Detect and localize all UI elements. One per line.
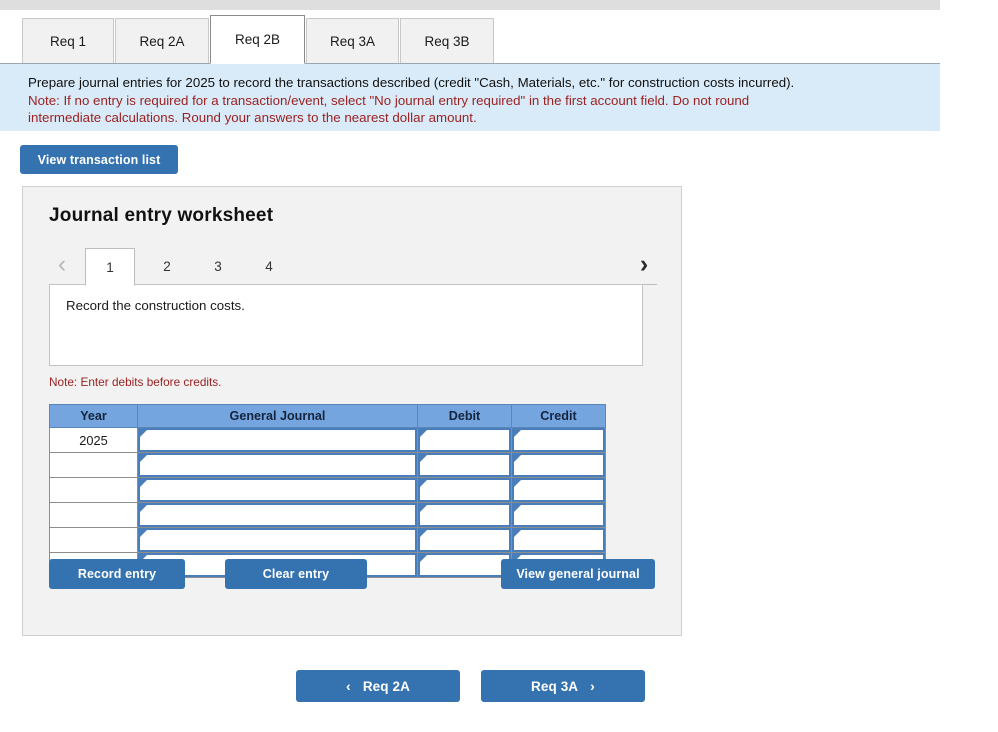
cell-credit-2[interactable]: [511, 452, 606, 478]
input-debit-2[interactable]: [418, 453, 511, 477]
cell-year-2: [49, 452, 138, 478]
cell-general-journal-1[interactable]: [137, 427, 418, 453]
instructions-note-line-1: Note: If no entry is required for a tran…: [28, 92, 750, 108]
worksheet-pager: ‹ 1 2 3 4 ›: [49, 243, 657, 286]
tab-req-2a[interactable]: Req 2A: [115, 18, 209, 63]
input-general-journal-1[interactable]: [138, 428, 417, 452]
view-transaction-list-button[interactable]: View transaction list: [20, 145, 178, 174]
input-debit-1[interactable]: [418, 428, 511, 452]
input-credit-4[interactable]: [512, 503, 605, 527]
journal-entry-table: Year General Journal Debit Credit 2025: [49, 404, 606, 578]
transaction-description-box: Record the construction costs.: [49, 284, 643, 366]
input-debit-6[interactable]: [418, 553, 511, 577]
instructions-panel: Prepare journal entries for 2025 to reco…: [0, 63, 940, 131]
pager-page-3-label: 3: [214, 259, 222, 274]
prev-requirement-chevron-icon: ‹: [346, 678, 351, 694]
cell-debit-1[interactable]: [417, 427, 512, 453]
input-credit-5[interactable]: [512, 528, 605, 552]
pager-page-3[interactable]: 3: [193, 248, 243, 285]
pager-page-1-label: 1: [106, 259, 114, 275]
pager-prev-glyph: ‹: [57, 249, 67, 278]
instructions-note-line-2: intermediate calculations. Round your an…: [28, 110, 477, 125]
view-general-journal-label: View general journal: [516, 567, 640, 581]
journal-table-header-row: Year General Journal Debit Credit: [49, 404, 606, 428]
next-requirement-chevron-icon: ›: [590, 678, 595, 694]
tab-req-2b-label: Req 2B: [234, 32, 281, 47]
pager-page-2[interactable]: 2: [142, 248, 192, 285]
column-header-debit: Debit: [417, 404, 512, 428]
pager-page-2-label: 2: [163, 259, 171, 274]
pager-prev-chevron-icon[interactable]: ‹: [49, 247, 75, 281]
column-header-credit: Credit: [511, 404, 606, 428]
input-credit-2[interactable]: [512, 453, 605, 477]
input-general-journal-2[interactable]: [138, 453, 417, 477]
input-credit-3[interactable]: [512, 478, 605, 502]
cell-credit-4[interactable]: [511, 502, 606, 528]
cell-year-3: [49, 477, 138, 503]
column-header-year: Year: [49, 404, 138, 428]
cell-debit-5[interactable]: [417, 527, 512, 553]
tab-req-3b-label: Req 3B: [424, 33, 470, 49]
tab-req-3a-label: Req 3A: [329, 33, 376, 49]
worksheet-title: Journal entry worksheet: [49, 205, 274, 226]
prev-requirement-label: Req 2A: [362, 678, 410, 694]
prev-requirement-button[interactable]: ‹ Req 2A: [296, 670, 460, 702]
input-general-journal-3[interactable]: [138, 478, 417, 502]
cell-year-1: 2025: [49, 427, 138, 453]
input-general-journal-4[interactable]: [138, 503, 417, 527]
tab-req-3a[interactable]: Req 3A: [306, 18, 399, 63]
tab-req-2a-label: Req 2A: [139, 33, 185, 49]
view-general-journal-button[interactable]: View general journal: [501, 559, 655, 589]
input-general-journal-5[interactable]: [138, 528, 417, 552]
tab-req-3b[interactable]: Req 3B: [400, 18, 494, 63]
cell-general-journal-4[interactable]: [137, 502, 418, 528]
column-header-general-journal: General Journal: [137, 404, 418, 428]
transaction-description-text: Record the construction costs.: [66, 298, 245, 313]
cell-year-4: [49, 502, 138, 528]
cell-debit-4[interactable]: [417, 502, 512, 528]
next-requirement-label: Req 3A: [531, 678, 579, 694]
journal-entry-worksheet-panel: Journal entry worksheet ‹ 1 2 3 4 › Reco…: [22, 186, 682, 636]
cell-debit-2[interactable]: [417, 452, 512, 478]
next-requirement-button[interactable]: Req 3A ›: [481, 670, 645, 702]
tab-req-2b[interactable]: Req 2B: [210, 15, 305, 64]
input-debit-4[interactable]: [418, 503, 511, 527]
pager-next-chevron-icon[interactable]: ›: [631, 247, 657, 281]
pager-page-4-label: 4: [265, 259, 273, 274]
input-debit-3[interactable]: [418, 478, 511, 502]
clear-entry-button[interactable]: Clear entry: [225, 559, 367, 589]
input-debit-5[interactable]: [418, 528, 511, 552]
pager-page-1[interactable]: 1: [85, 248, 135, 286]
clear-entry-label: Clear entry: [262, 567, 330, 581]
cell-year-5: [49, 527, 138, 553]
tab-req-1-label: Req 1: [49, 33, 87, 49]
record-entry-button[interactable]: Record entry: [49, 559, 185, 589]
table-row: [49, 477, 606, 503]
cell-debit-6[interactable]: [417, 552, 512, 578]
table-row: [49, 502, 606, 528]
instructions-line-1: Prepare journal entries for 2025 to reco…: [28, 75, 795, 90]
input-credit-1[interactable]: [512, 428, 605, 452]
table-row: 2025: [49, 427, 606, 453]
cell-debit-3[interactable]: [417, 477, 512, 503]
table-row: [49, 452, 606, 478]
view-transaction-list-label: View transaction list: [37, 152, 161, 167]
cell-credit-1[interactable]: [511, 427, 606, 453]
cell-general-journal-5[interactable]: [137, 527, 418, 553]
table-row: [49, 527, 606, 553]
cell-credit-3[interactable]: [511, 477, 606, 503]
pager-next-glyph: ›: [639, 249, 649, 278]
top-grey-strip: [0, 0, 940, 10]
cell-general-journal-3[interactable]: [137, 477, 418, 503]
pager-page-4[interactable]: 4: [244, 248, 294, 285]
debits-before-credits-note: Note: Enter debits before credits.: [49, 375, 222, 389]
record-entry-label: Record entry: [77, 567, 157, 581]
cell-general-journal-2[interactable]: [137, 452, 418, 478]
tab-req-1[interactable]: Req 1: [22, 18, 114, 63]
requirement-tab-bar: Req 1 Req 2A Req 2B Req 3A Req 3B: [0, 15, 940, 64]
cell-credit-5[interactable]: [511, 527, 606, 553]
